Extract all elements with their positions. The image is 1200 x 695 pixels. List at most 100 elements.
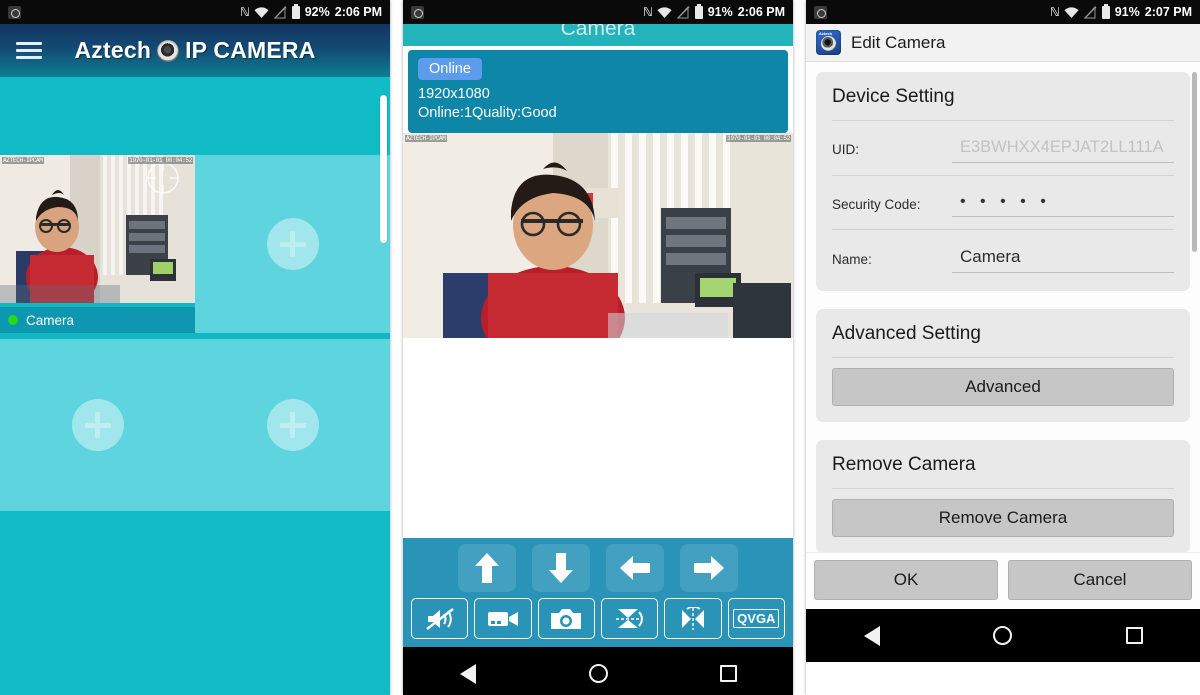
pan-tilt-buttons <box>409 544 787 592</box>
status-bar-right: ℕ 91% 2:07 PM <box>1050 3 1192 19</box>
live-video-view[interactable]: AZTECH-IPCAM 1970-01-01 00:04:52 <box>403 133 793 338</box>
home-icon <box>588 664 608 683</box>
name-row: Name: Camera <box>832 236 1174 275</box>
advanced-setting-card: Advanced Setting Advanced <box>816 309 1190 422</box>
uid-label: UID: <box>832 142 859 157</box>
battery-percent: 91% <box>707 5 733 19</box>
add-camera-tile-3[interactable] <box>0 333 195 511</box>
quality-label: Online:1Quality:Good <box>418 105 557 121</box>
divider <box>832 488 1174 489</box>
pan-left-button[interactable] <box>606 544 664 592</box>
cancel-button[interactable]: Cancel <box>1008 560 1192 600</box>
battery-percent: 91% <box>1114 5 1140 19</box>
nav-back-button[interactable] <box>438 647 498 695</box>
hamburger-menu-icon[interactable] <box>16 42 42 59</box>
phone-screen-edit-camera: ℕ 91% 2:07 PM Aztech Edit Camera Device … <box>806 0 1200 695</box>
plus-icon[interactable] <box>266 218 319 270</box>
snapshot-button[interactable] <box>537 598 595 639</box>
remove-camera-button[interactable]: Remove Camera <box>832 499 1174 537</box>
add-tile-surface <box>195 339 390 511</box>
flip-horizontal-button[interactable] <box>664 598 722 639</box>
remove-camera-title: Remove Camera <box>832 454 976 475</box>
plus-icon[interactable] <box>266 399 319 451</box>
wifi-icon <box>657 6 672 19</box>
video-blank-area <box>403 338 793 538</box>
uid-row: UID: E3BWHXX4EPJAT2LL111A <box>832 127 1174 165</box>
add-tile-surface <box>195 155 390 333</box>
divider <box>832 120 1174 121</box>
resolution-label: 1920x1080 <box>418 86 490 102</box>
ok-button[interactable]: OK <box>814 560 998 600</box>
vertical-scrollbar[interactable] <box>380 95 387 243</box>
battery-icon <box>694 3 703 19</box>
security-code-field[interactable]: • • • • • <box>952 191 1174 217</box>
advanced-button[interactable]: Advanced <box>832 368 1174 406</box>
status-bar-clock: 2:06 PM <box>737 5 785 19</box>
app-title-label: IP CAMERA <box>185 37 316 63</box>
signal-off-icon <box>676 4 690 19</box>
plus-icon[interactable] <box>71 399 124 451</box>
battery-percent: 92% <box>304 5 330 19</box>
nfc-icon: ℕ <box>643 5 653 19</box>
page-title: Edit Camera <box>851 32 946 52</box>
status-bar: ℕ 91% 2:07 PM <box>806 0 1200 24</box>
mute-button[interactable] <box>411 598 469 639</box>
camera-tile-1[interactable]: AZTECH-IPCAM 1970-01-01 00:04:52 Camera <box>0 155 195 333</box>
signal-off-icon <box>1083 4 1097 19</box>
video-stamp-right: 1970-01-01 00:04:52 <box>128 157 193 164</box>
pan-right-button[interactable] <box>680 544 738 592</box>
add-camera-tile-2[interactable] <box>195 155 390 333</box>
screenshot-gap <box>390 0 403 695</box>
nav-home-button[interactable] <box>973 609 1033 662</box>
camera-name-label: Camera <box>26 312 75 328</box>
camera-thumbnail: AZTECH-IPCAM 1970-01-01 00:04:52 <box>0 155 195 303</box>
recents-icon <box>719 665 737 682</box>
ptz-control-panel: QVGA <box>403 538 793 647</box>
video-stamp-right: 1970-01-01 00:04:52 <box>726 135 791 142</box>
status-bar-left <box>814 5 827 19</box>
status-bar: ℕ 92% 2:06 PM <box>0 0 390 24</box>
phone-screen-camera-list: ℕ 92% 2:06 PM Aztech IP CAMERA AZTECH-IP… <box>0 0 390 695</box>
android-navigation-bar <box>806 609 1200 662</box>
back-icon <box>863 625 880 646</box>
nav-back-button[interactable] <box>842 609 902 662</box>
nav-recents-button[interactable] <box>1104 609 1164 662</box>
security-code-row: Security Code: • • • • • <box>832 182 1174 219</box>
screenshot-gap <box>793 0 806 695</box>
phone-screen-live-view: ℕ 91% 2:06 PM Camera Online 1920x1080 On… <box>403 0 793 695</box>
status-bar: ℕ 91% 2:06 PM <box>403 0 793 24</box>
device-setting-card: Device Setting UID: E3BWHXX4EPJAT2LL111A… <box>816 72 1190 291</box>
app-bar: Aztech Edit Camera <box>806 24 1200 62</box>
name-field[interactable]: Camera <box>952 245 1174 273</box>
camera-app-icon <box>8 5 21 19</box>
nav-home-button[interactable] <box>568 647 628 695</box>
grid-top-spacer <box>0 77 390 155</box>
wifi-icon <box>1064 6 1079 19</box>
add-camera-tile-4[interactable] <box>195 333 390 511</box>
name-label: Name: <box>832 251 872 267</box>
camera-app-icon <box>411 5 424 19</box>
qvga-icon: QVGA <box>733 609 780 628</box>
record-button[interactable] <box>474 598 532 639</box>
grid-bottom-spacer <box>0 511 390 695</box>
android-navigation-bar <box>403 647 793 695</box>
nav-recents-button[interactable] <box>698 647 758 695</box>
flip-vertical-button[interactable] <box>600 598 659 639</box>
pan-up-button[interactable] <box>458 544 516 592</box>
dialog-button-bar: OK Cancel <box>806 552 1200 609</box>
camera-grid: AZTECH-IPCAM 1970-01-01 00:04:52 Camera <box>0 77 390 695</box>
pan-down-button[interactable] <box>532 544 590 592</box>
vertical-scrollbar[interactable] <box>1192 72 1197 252</box>
uid-field[interactable]: E3BWHXX4EPJAT2LL111A <box>952 136 1174 163</box>
status-bar-left <box>411 5 424 19</box>
signal-off-icon <box>273 4 287 19</box>
back-icon <box>460 663 476 684</box>
advanced-setting-title: Advanced Setting <box>832 323 981 344</box>
eye-lens-icon <box>157 39 180 62</box>
aztech-camera-app-icon: Aztech <box>816 30 841 55</box>
page-title: Aztech IP CAMERA <box>0 37 390 64</box>
video-stamp-left: AZTECH-IPCAM <box>2 157 44 164</box>
camera-label-bar: Camera <box>0 307 195 333</box>
divider <box>832 357 1174 358</box>
quality-button[interactable]: QVGA <box>727 598 785 639</box>
